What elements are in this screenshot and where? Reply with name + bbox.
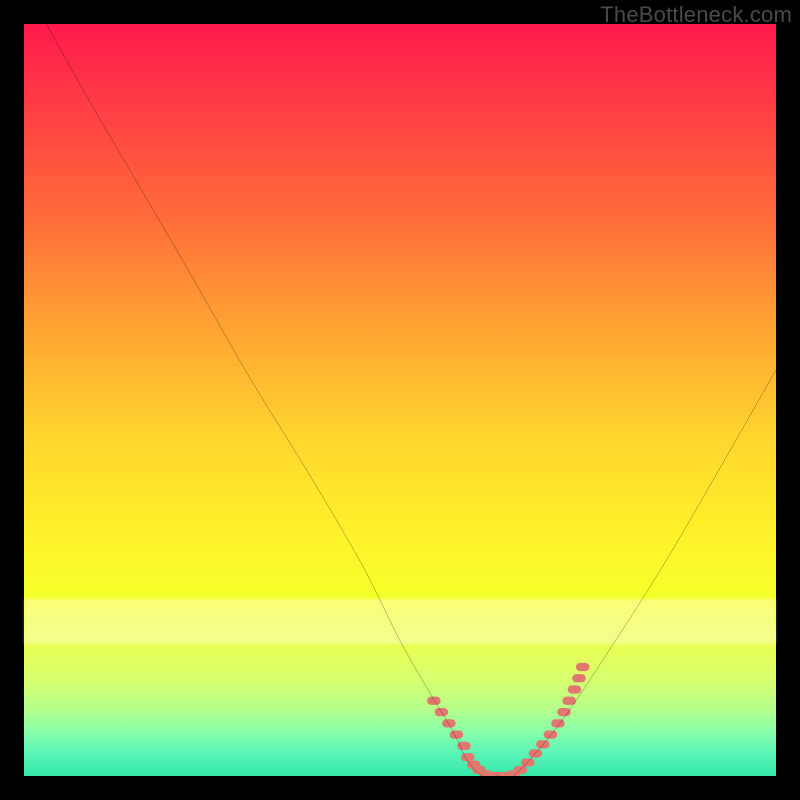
highlight-dot [536,740,550,748]
highlight-dot [521,758,535,766]
highlight-dot [572,674,586,682]
highlight-dot [427,697,441,705]
highlight-dot [450,731,464,739]
highlight-dot [457,742,471,750]
highlight-dot [557,708,571,716]
watermark-text: TheBottleneck.com [600,2,792,28]
highlight-dot [576,663,590,671]
curve-layer [24,24,776,776]
bottleneck-curve-path [47,24,776,776]
highlight-dot [442,719,456,727]
highlight-dot [461,753,475,761]
marker-group [427,663,589,776]
chart-stage: TheBottleneck.com [0,0,800,800]
highlight-dot [568,685,582,693]
plot-area [24,24,776,776]
highlight-dot [544,731,558,739]
